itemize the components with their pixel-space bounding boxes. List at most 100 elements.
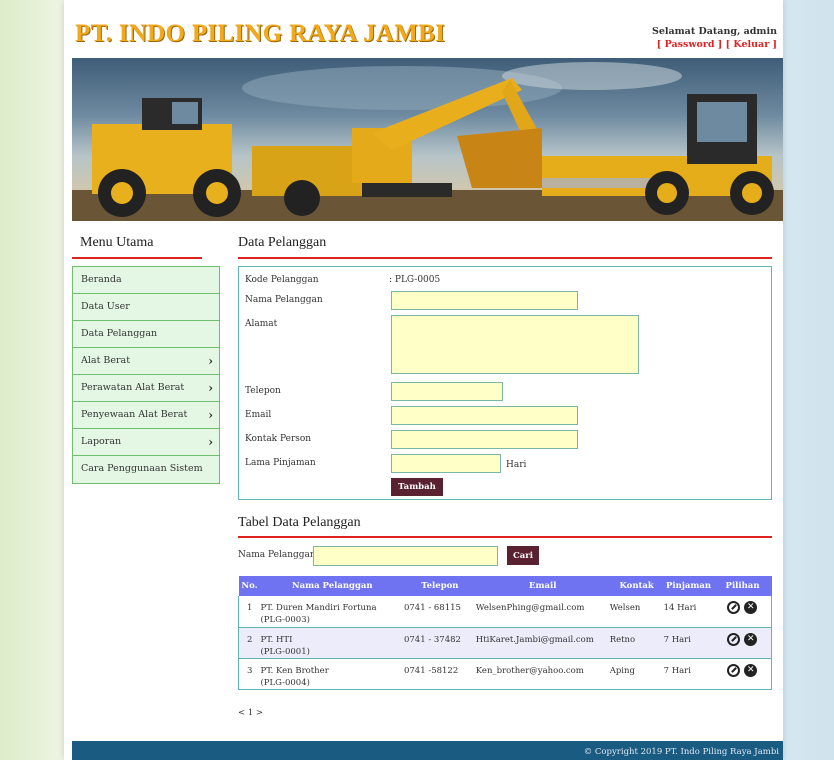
menu-item-cara-penggunaan[interactable]: Cara Penggunaan Sistem bbox=[73, 456, 219, 483]
user-welcome: Selamat Datang, admin [ Password ] [ Kel… bbox=[652, 25, 777, 51]
cell-kode-text: (PLG-0003) bbox=[260, 615, 310, 625]
edit-icon[interactable] bbox=[727, 663, 741, 677]
lama-unit: Hari bbox=[506, 460, 527, 470]
telepon-input[interactable] bbox=[391, 382, 503, 401]
header-banner-image bbox=[72, 58, 783, 221]
cell-pinjaman: 14 Hari bbox=[663, 596, 714, 628]
menu-item-beranda[interactable]: Beranda bbox=[73, 267, 219, 294]
telepon-label: Telepon bbox=[245, 386, 281, 396]
heavy-equipment-illustration bbox=[72, 62, 783, 221]
chevron-right-icon bbox=[208, 402, 213, 430]
search-button[interactable]: Cari bbox=[507, 546, 539, 565]
chevron-right-icon bbox=[208, 348, 213, 376]
cell-nama-text: PT. Duren Mandiri Fortuna bbox=[260, 603, 377, 613]
col-header: Nama Pelanggan bbox=[260, 576, 404, 596]
kode-label: Kode Pelanggan bbox=[245, 275, 319, 285]
search-input[interactable] bbox=[313, 546, 498, 566]
cell-no: 2 bbox=[238, 627, 261, 659]
kode-value: : PLG-0005 bbox=[389, 275, 441, 285]
customer-table: No. Nama Pelanggan Telepon Email Kontak … bbox=[238, 576, 772, 690]
col-header: Email bbox=[475, 576, 610, 596]
logout-link[interactable]: [ Keluar ] bbox=[726, 39, 777, 50]
site-logo-title[interactable]: PT. INDO PILING RAYA JAMBI bbox=[75, 20, 445, 48]
menu-item-label: Data User bbox=[81, 301, 130, 312]
email-input[interactable] bbox=[391, 406, 578, 425]
menu-item-label: Perawatan Alat Berat bbox=[81, 382, 185, 393]
sidebar-title-rule bbox=[72, 257, 202, 259]
cell-pilihan: ✕ bbox=[713, 596, 772, 628]
cell-email: HtiKaret.Jambi@gmail.com bbox=[475, 627, 610, 659]
col-header: Pilihan bbox=[713, 576, 772, 596]
menu-item-label: Beranda bbox=[81, 274, 122, 285]
tambah-button[interactable]: Tambah bbox=[391, 478, 443, 496]
cell-nama-text: PT. Ken Brother bbox=[260, 665, 329, 676]
nama-label: Nama Pelanggan bbox=[245, 295, 323, 305]
menu-item-data-pelanggan[interactable]: Data Pelanggan bbox=[73, 321, 219, 348]
form-title: Data Pelanggan bbox=[238, 235, 327, 250]
cell-nama: PT. Ken Brother (PLG-0004) bbox=[260, 658, 404, 690]
menu-item-label: Laporan bbox=[81, 436, 122, 447]
welcome-text: Selamat Datang, admin bbox=[651, 26, 777, 37]
sidebar: Menu Utama Beranda Data User Data Pelang… bbox=[72, 235, 220, 484]
table-title-rule bbox=[238, 536, 772, 538]
edit-icon[interactable] bbox=[727, 601, 741, 614]
main-menu: Beranda Data User Data Pelanggan Alat Be… bbox=[72, 266, 220, 484]
kontak-person-input[interactable] bbox=[391, 430, 578, 449]
col-header: Kontak bbox=[609, 576, 664, 596]
chevron-right-icon bbox=[208, 429, 213, 457]
delete-icon[interactable]: ✕ bbox=[744, 601, 758, 614]
menu-item-label: Penyewaan Alat Berat bbox=[81, 409, 188, 420]
cell-kontak: Welsen bbox=[609, 596, 664, 628]
cell-nama-text: PT. HTI bbox=[260, 634, 293, 645]
account-links: [ Password ] [ Keluar ] bbox=[652, 38, 777, 51]
alamat-textarea[interactable] bbox=[391, 315, 639, 374]
lama-pinjaman-input[interactable] bbox=[391, 454, 501, 473]
copyright-text: © Copyright 2019 PT. Indo Piling Raya Ja… bbox=[583, 747, 779, 757]
menu-item-data-user[interactable]: Data User bbox=[73, 294, 219, 321]
table-row: 1 PT. Duren Mandiri Fortuna (PLG-0003) 07… bbox=[238, 596, 772, 628]
pagination[interactable]: < 1 > bbox=[238, 708, 263, 718]
menu-item-label: Cara Penggunaan Sistem bbox=[81, 463, 203, 474]
menu-item-perawatan-alat-berat[interactable]: Perawatan Alat Berat bbox=[73, 375, 219, 402]
password-link[interactable]: [ Password ] bbox=[657, 39, 723, 50]
alamat-label: Alamat bbox=[245, 319, 278, 329]
cell-nama: PT. Duren Mandiri Fortuna (PLG-0003) bbox=[260, 596, 404, 628]
cell-telepon: 0741 -58122 bbox=[403, 658, 476, 690]
menu-item-alat-berat[interactable]: Alat Berat bbox=[73, 348, 219, 375]
cell-nama: PT. HTI (PLG-0001) bbox=[260, 627, 404, 659]
menu-item-laporan[interactable]: Laporan bbox=[73, 429, 219, 456]
footer: © Copyright 2019 PT. Indo Piling Raya Ja… bbox=[72, 741, 783, 760]
cell-telepon: 0741 - 37482 bbox=[403, 627, 476, 659]
page: PT. INDO PILING RAYA JAMBI Selamat Datan… bbox=[64, 0, 783, 760]
form-title-rule bbox=[238, 257, 772, 259]
cell-pilihan: ✕ bbox=[713, 658, 772, 690]
chevron-right-icon bbox=[208, 375, 213, 403]
customer-form: Kode Pelanggan : PLG-0005 Nama Pelanggan… bbox=[238, 266, 772, 500]
cell-email: WelsenPhing@gmail.com bbox=[475, 596, 610, 628]
cell-email: Ken_brother@yahoo.com bbox=[475, 658, 610, 690]
lama-label: Lama Pinjaman bbox=[245, 458, 316, 468]
menu-item-label: Data Pelanggan bbox=[81, 328, 158, 339]
cell-kontak: Retno bbox=[609, 627, 664, 659]
cell-no: 1 bbox=[238, 596, 261, 628]
cell-pinjaman: 7 Hari bbox=[663, 658, 714, 690]
cell-telepon: 0741 - 68115 bbox=[403, 596, 476, 628]
search-label: Nama Pelanggan : bbox=[238, 550, 322, 560]
nama-pelanggan-input[interactable] bbox=[391, 291, 578, 310]
edit-icon[interactable] bbox=[727, 632, 741, 646]
cell-kode-text: (PLG-0001) bbox=[260, 646, 310, 657]
kontak-label: Kontak Person bbox=[245, 434, 312, 444]
sidebar-title: Menu Utama bbox=[80, 235, 154, 250]
email-label: Email bbox=[245, 410, 272, 420]
col-header: Pinjaman bbox=[663, 576, 714, 596]
main-content: Data Pelanggan Kode Pelanggan : PLG-0005… bbox=[238, 235, 772, 718]
cell-pilihan: ✕ bbox=[713, 627, 772, 659]
menu-item-penyewaan-alat-berat[interactable]: Penyewaan Alat Berat bbox=[73, 402, 219, 429]
table-row: 2 PT. HTI (PLG-0001) 0741 - 37482 HtiKare… bbox=[238, 627, 772, 659]
header: PT. INDO PILING RAYA JAMBI Selamat Datan… bbox=[64, 0, 783, 58]
delete-icon[interactable]: ✕ bbox=[744, 663, 758, 677]
cell-pinjaman: 7 Hari bbox=[663, 627, 714, 659]
delete-icon[interactable]: ✕ bbox=[744, 632, 758, 646]
col-header: Telepon bbox=[403, 576, 476, 596]
cell-kode-text: (PLG-0004) bbox=[260, 677, 310, 688]
